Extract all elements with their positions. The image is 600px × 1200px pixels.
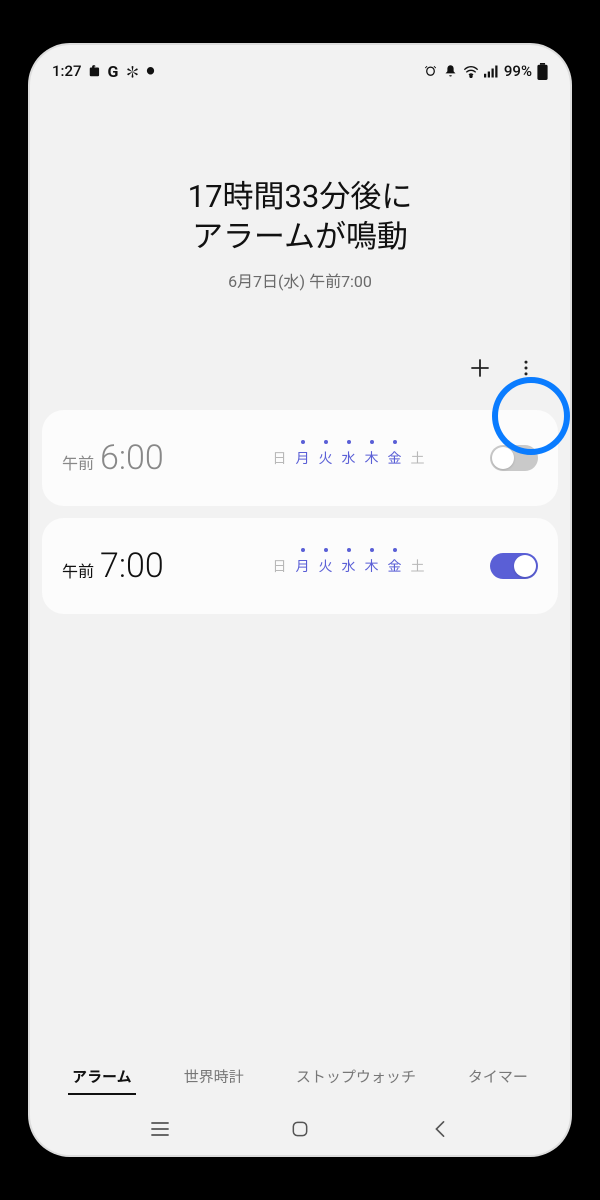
day-mon: 月 <box>296 448 310 468</box>
day-sat: 土 <box>411 448 425 468</box>
day-tue: 火 <box>319 556 333 576</box>
home-button[interactable] <box>280 1117 320 1141</box>
day-sat: 土 <box>411 556 425 576</box>
day-mon: 月 <box>296 556 310 576</box>
day-thu: 木 <box>365 556 379 576</box>
header-title-line1: 17時間33分後に <box>188 178 413 215</box>
alarm-item[interactable]: 午前 6:00 日 月 火 水 木 金 土 <box>42 410 558 506</box>
status-right: 99% <box>423 62 548 80</box>
day-wed: 水 <box>342 448 356 468</box>
dot-icon: ● <box>146 66 154 77</box>
wifi-icon <box>463 64 479 78</box>
bag-icon <box>88 64 102 78</box>
more-options-button[interactable] <box>506 348 546 388</box>
alarm-days: 日 月 火 水 木 金 土 <box>217 448 480 468</box>
day-sun: 日 <box>273 448 287 468</box>
tab-stopwatch[interactable]: ストップウォッチ <box>292 1060 420 1095</box>
flower-icon: ✽ <box>124 59 140 83</box>
alarm-item[interactable]: 午前 7:00 日 月 火 水 木 金 土 <box>42 518 558 614</box>
day-wed: 水 <box>342 556 356 576</box>
alarm-days: 日 月 火 水 木 金 土 <box>217 556 480 576</box>
header-title: 17時間33分後に アラームが鳴動 <box>60 177 540 258</box>
day-thu: 木 <box>365 448 379 468</box>
day-tue: 火 <box>319 448 333 468</box>
day-fri: 金 <box>388 448 402 468</box>
alarm-toggle[interactable] <box>490 445 538 471</box>
toolbar <box>30 312 570 398</box>
alarm-list: 午前 6:00 日 月 火 水 木 金 土 午前 7:00 日 月 火 <box>30 410 570 614</box>
google-icon: G <box>108 62 119 81</box>
status-left: 1:27 G ✽ ● <box>52 59 154 83</box>
toggle-knob <box>514 555 536 577</box>
day-fri: 金 <box>388 556 402 576</box>
tab-world-clock[interactable]: 世界時計 <box>180 1060 248 1095</box>
add-alarm-button[interactable] <box>460 348 500 388</box>
battery-text: 99% <box>504 62 532 80</box>
alarm-time-group: 午前 7:00 <box>62 546 207 586</box>
recent-apps-button[interactable] <box>140 1117 180 1141</box>
back-button[interactable] <box>420 1117 460 1141</box>
alarm-toggle[interactable] <box>490 553 538 579</box>
signal-icon <box>484 65 499 78</box>
battery-icon <box>537 63 548 80</box>
header: 17時間33分後に アラームが鳴動 6月7日(水) 午前7:00 <box>30 87 570 312</box>
bottom-tabs: アラーム 世界時計 ストップウォッチ タイマー <box>30 1060 570 1095</box>
tab-timer[interactable]: タイマー <box>464 1060 532 1095</box>
header-title-line2: アラームが鳴動 <box>192 218 408 255</box>
alarm-time: 7:00 <box>100 546 164 586</box>
alarm-ampm: 午前 <box>62 450 94 474</box>
phone-frame: 1:27 G ✽ ● 99% <box>30 45 570 1155</box>
status-bar: 1:27 G ✽ ● 99% <box>30 45 570 87</box>
alarm-ampm: 午前 <box>62 558 94 582</box>
alarm-time: 6:00 <box>100 438 164 478</box>
alarm-status-icon <box>423 64 438 79</box>
alarm-time-group: 午前 6:00 <box>62 438 207 478</box>
status-time: 1:27 <box>52 62 82 80</box>
day-sun: 日 <box>273 556 287 576</box>
header-subtitle: 6月7日(水) 午前7:00 <box>60 268 540 292</box>
mute-icon <box>443 64 458 79</box>
system-nav-bar <box>30 1117 570 1141</box>
tab-alarm[interactable]: アラーム <box>68 1060 136 1095</box>
toggle-knob <box>492 447 514 469</box>
